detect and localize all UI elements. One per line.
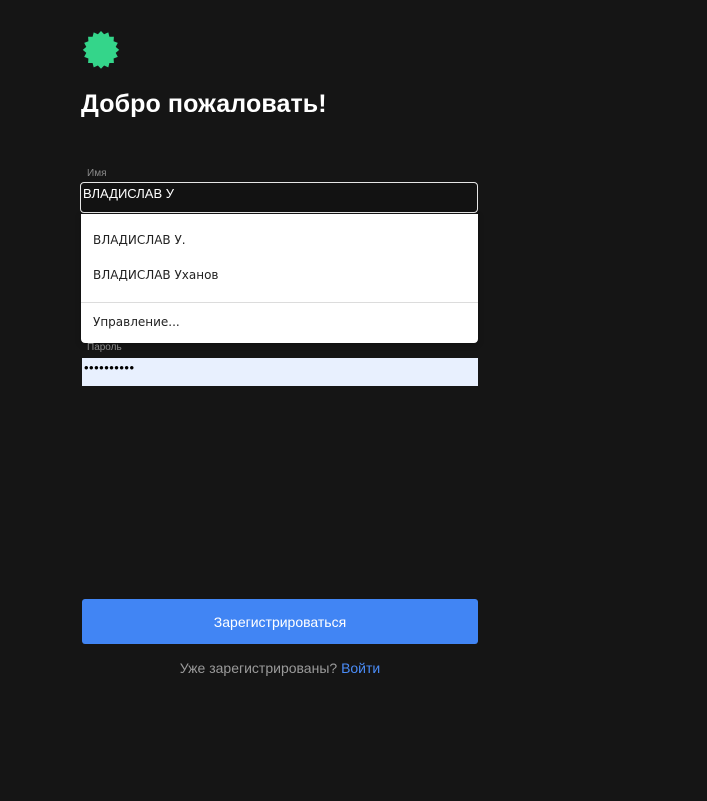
autocomplete-dropdown: ВЛАДИСЛАВ У. ВЛАДИСЛАВ Уханов Управление… (81, 214, 478, 343)
password-input[interactable]: •••••••••• (82, 358, 478, 386)
name-input[interactable]: ВЛАДИСЛАВ У (80, 182, 478, 213)
name-input-value: ВЛАДИСЛАВ У (83, 186, 175, 201)
logo-shape (82, 31, 120, 69)
autocomplete-manage-option[interactable]: Управление... (93, 315, 180, 329)
signup-page: Добро пожаловать! Имя ВЛАДИСЛАВ У ВЛАДИС… (0, 0, 707, 801)
badge-icon (82, 31, 120, 69)
dropdown-divider (81, 302, 478, 303)
name-label: Имя (87, 168, 107, 179)
autocomplete-suggestion[interactable]: ВЛАДИСЛАВ У. (93, 233, 186, 247)
login-link[interactable]: Войти (341, 660, 380, 676)
register-button[interactable]: Зарегистрироваться (82, 599, 478, 644)
page-title: Добро пожаловать! (81, 90, 327, 118)
autocomplete-suggestion[interactable]: ВЛАДИСЛАВ Уханов (93, 268, 219, 282)
login-prompt: Уже зарегистрированы? Войти (0, 660, 560, 676)
password-input-value: •••••••••• (84, 360, 135, 375)
already-registered-text: Уже зарегистрированы? (179, 660, 338, 676)
password-label: Пароль (87, 342, 122, 353)
